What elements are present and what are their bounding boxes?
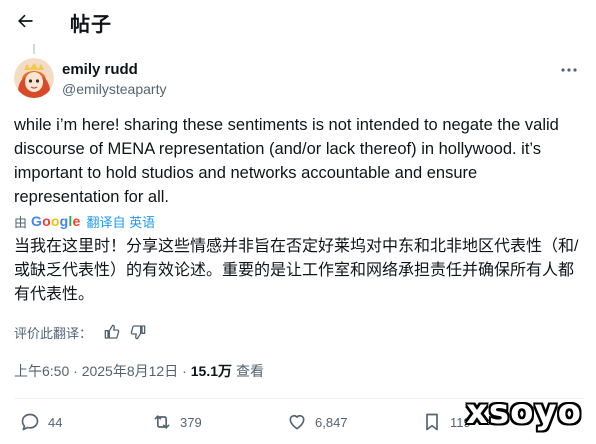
thread-connector xyxy=(33,44,35,54)
reply-button[interactable]: 44 xyxy=(20,412,62,432)
bookmark-button[interactable]: 119 xyxy=(422,412,471,432)
tweet-meta: 上午6:50 · 2025年8月12日 · 15.1万 查看 xyxy=(14,361,264,381)
translated-text: 当我在这里时！分享这些情感并非旨在否定好莱坞对中东和北非地区代表性（和/或缺乏代… xyxy=(14,238,579,303)
reply-count: 44 xyxy=(48,414,63,430)
view-label: 查看 xyxy=(236,363,264,379)
thumbs-up-button[interactable] xyxy=(104,324,120,340)
page-title: 帖子 xyxy=(70,14,112,36)
repost-icon xyxy=(154,415,170,429)
rate-translation: 评价此翻译： xyxy=(14,322,146,342)
like-icon xyxy=(289,414,305,430)
view-count: 15.1万 xyxy=(190,363,232,379)
more-button[interactable] xyxy=(557,60,581,80)
more-icon xyxy=(561,68,577,72)
watermark: xsoyo xyxy=(465,392,582,432)
back-button[interactable] xyxy=(10,6,40,36)
tweet-text: while i’m here! sharing these sentiments… xyxy=(14,116,559,206)
google-logo: Google xyxy=(31,213,81,229)
like-button[interactable]: 6,847 xyxy=(287,412,348,432)
repost-button[interactable]: 379 xyxy=(152,412,202,432)
translated-by-prefix: 由 xyxy=(14,214,28,230)
display-name[interactable]: emily rudd xyxy=(62,61,138,78)
repost-count: 379 xyxy=(180,414,202,430)
bookmark-icon xyxy=(426,413,438,431)
thumbs-down-icon xyxy=(130,325,146,340)
tweet-timestamp[interactable]: 上午6:50 · 2025年8月12日 · xyxy=(14,361,187,381)
avatar[interactable] xyxy=(14,58,54,98)
thumbs-down-button[interactable] xyxy=(130,324,146,340)
reply-icon xyxy=(21,413,39,431)
thumbs-up-icon xyxy=(104,324,120,339)
translation-attribution: 由 Google 翻译自 英语 xyxy=(14,212,155,230)
user-handle[interactable]: @emilysteaparty xyxy=(62,81,166,97)
top-bar: 帖子 xyxy=(0,0,596,42)
like-count: 6,847 xyxy=(315,414,348,430)
avatar-image xyxy=(14,58,54,98)
rate-translation-label: 评价此翻译： xyxy=(14,325,93,341)
translate-source-link[interactable]: 翻译自 英语 xyxy=(87,212,156,231)
back-arrow-icon xyxy=(18,14,33,28)
